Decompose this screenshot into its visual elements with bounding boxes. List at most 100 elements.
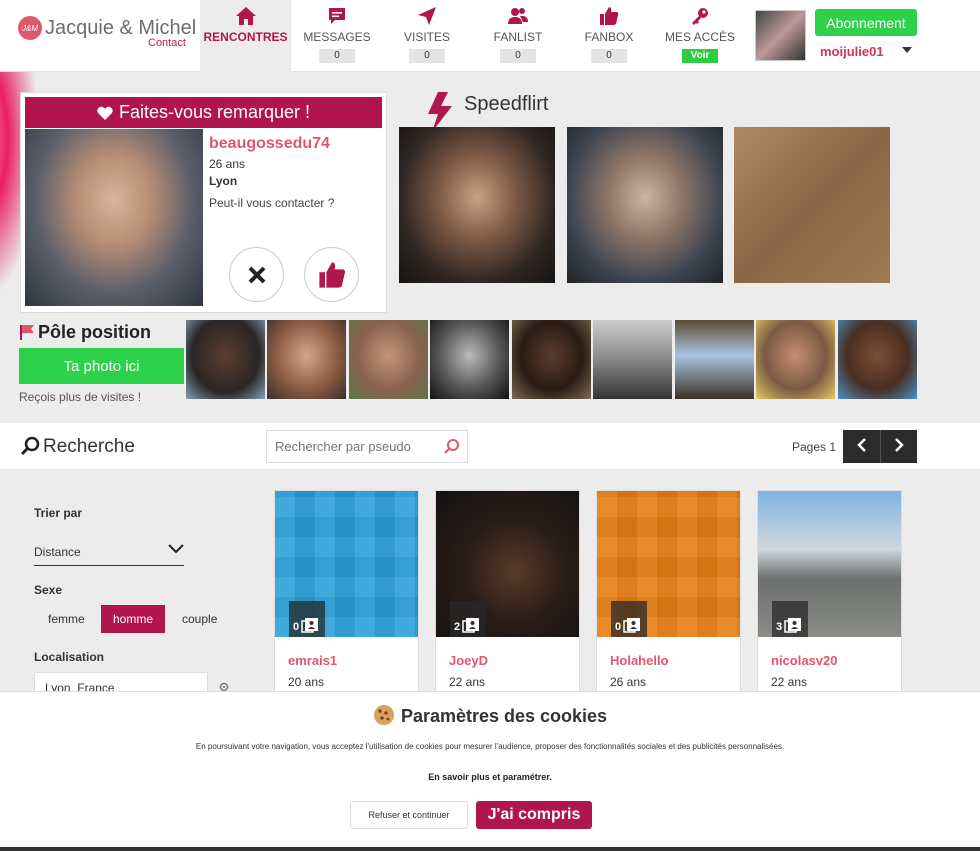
nav-count: 0: [500, 49, 536, 63]
like-button[interactable]: [304, 247, 359, 302]
sex-option-homme[interactable]: homme: [101, 605, 166, 633]
search-input[interactable]: [266, 430, 468, 463]
home-icon: [200, 0, 291, 28]
pole-thumbnail[interactable]: [186, 320, 265, 399]
speedflirt-photo[interactable]: [399, 127, 555, 283]
pole-thumbnail[interactable]: [675, 320, 754, 399]
profile-card[interactable]: 0 Holahello 26 ans: [596, 490, 741, 695]
featured-profile-card: Faites-vous remarquer ! beaugossedu74 26…: [20, 92, 387, 313]
photo-count-badge: 3: [772, 601, 808, 637]
nav-count: 0: [319, 49, 355, 63]
featured-city: Lyon: [209, 174, 238, 188]
speedflirt-title: Speedflirt: [464, 93, 549, 115]
featured-photo[interactable]: [25, 129, 203, 306]
prev-page-button[interactable]: [843, 430, 880, 463]
profile-age: 26 ans: [610, 675, 647, 689]
photo-count: 0: [615, 621, 622, 633]
profile-card[interactable]: 3 nicolasv20 22 ans: [757, 490, 902, 695]
thumbs-up-icon: [564, 0, 654, 28]
nav-fanbox[interactable]: FANBOX 0: [564, 0, 654, 72]
profile-card[interactable]: 2 JoeyD 22 ans: [435, 490, 580, 695]
profile-name[interactable]: Holahello: [610, 653, 669, 668]
profile-card[interactable]: 0 emrais1 20 ans: [274, 490, 419, 695]
next-page-button[interactable]: [880, 430, 917, 463]
logo-name: Jacquie & Michel: [45, 17, 197, 39]
featured-name[interactable]: beaugossedu74: [209, 135, 330, 153]
photos-icon: [623, 618, 641, 633]
subscription-button[interactable]: Abonnement: [815, 9, 917, 36]
featured-header: Faites-vous remarquer !: [25, 97, 382, 128]
sex-option-couple[interactable]: couple: [170, 605, 229, 633]
cookie-icon: [373, 705, 394, 725]
pole-thumbnail[interactable]: [267, 320, 346, 399]
photos-icon: [462, 618, 480, 633]
featured-question: Peut-il vous contacter ?: [209, 196, 335, 210]
sort-select[interactable]: Distance: [34, 537, 184, 566]
chevron-down-icon[interactable]: [168, 541, 184, 559]
profile-name[interactable]: nicolasv20: [771, 653, 838, 668]
pole-thumbnail[interactable]: [838, 320, 917, 399]
featured-age: 26 ans: [209, 157, 246, 171]
add-photo-button[interactable]: Ta photo ici: [19, 348, 184, 384]
nav-visites[interactable]: VISITES 0: [382, 0, 472, 72]
magnifier-icon: [20, 436, 40, 461]
top-header: J&M Jacquie & Michel Contact RENCONTRES …: [0, 0, 980, 72]
nav-messages[interactable]: MESSAGES 0: [292, 0, 382, 72]
photos-icon: [301, 618, 319, 633]
paper-plane-icon: [382, 0, 472, 28]
sex-label: Sexe: [34, 583, 63, 597]
flag-icon: [19, 324, 35, 345]
user-avatar[interactable]: [755, 10, 806, 61]
profile-age: 20 ans: [288, 675, 325, 689]
pole-position-title: Pôle position: [38, 322, 152, 342]
cookie-text: En poursuivant votre navigation, vous ac…: [195, 742, 785, 751]
nav-label: MES ACCÈS: [664, 30, 736, 44]
profile-name[interactable]: emrais1: [288, 653, 337, 668]
logo-subtitle: Contact: [148, 37, 186, 49]
chat-icon: [292, 0, 382, 28]
nav-label: VISITES: [403, 30, 450, 44]
pages-label: Pages 1: [792, 440, 837, 454]
voir-badge[interactable]: Voir: [682, 49, 718, 63]
pole-thumbnail[interactable]: [756, 320, 835, 399]
pole-thumbnail[interactable]: [593, 320, 672, 399]
photo-count: 3: [776, 621, 783, 633]
photo-count: 2: [454, 621, 461, 633]
nav-rencontres[interactable]: RENCONTRES: [200, 0, 291, 72]
speedflirt-photo[interactable]: [567, 127, 723, 283]
nav-mes-acces[interactable]: MES ACCÈS Voir: [655, 0, 745, 72]
thumbs-up-icon: [318, 261, 345, 288]
photo-count-badge: 0: [611, 601, 647, 637]
profile-age: 22 ans: [449, 675, 486, 689]
refuse-cookies-button[interactable]: Refuser et continuer: [350, 801, 468, 829]
bottom-bar: [0, 847, 980, 851]
featured-header-text: Faites-vous remarquer !: [118, 102, 311, 122]
users-icon: [472, 0, 564, 28]
sort-label: Trier par: [34, 506, 83, 520]
pole-thumbnail[interactable]: [349, 320, 428, 399]
pole-thumbnail[interactable]: [430, 320, 509, 399]
cookie-title: Paramètres des cookies: [0, 704, 980, 727]
nav-label: FANLIST: [493, 30, 543, 44]
pole-position-subtitle: Reçois plus de visites !: [19, 390, 142, 404]
caret-down-icon[interactable]: [902, 47, 912, 53]
pole-thumbnail[interactable]: [512, 320, 591, 399]
logo-mark: J&M: [18, 16, 42, 40]
key-icon: [655, 0, 745, 28]
username[interactable]: moijulie01: [820, 44, 884, 59]
reject-button[interactable]: [229, 247, 284, 302]
profile-name[interactable]: JoeyD: [449, 653, 488, 668]
sex-option-femme[interactable]: femme: [36, 605, 97, 633]
accept-cookies-button[interactable]: J'ai compris: [476, 801, 592, 829]
cookie-settings-link[interactable]: En savoir plus et paramétrer.: [0, 772, 980, 782]
speedflirt-photo[interactable]: [734, 127, 890, 283]
chevron-left-icon: [856, 438, 866, 452]
search-title: Recherche: [43, 436, 135, 457]
chevron-right-icon: [895, 438, 904, 452]
photo-count-badge: 2: [450, 601, 486, 637]
search-icon[interactable]: [444, 438, 460, 459]
close-icon: [248, 266, 265, 283]
nav-fanlist[interactable]: FANLIST 0: [472, 0, 564, 72]
heart-icon: [97, 106, 113, 120]
nav-count: 0: [591, 49, 627, 63]
